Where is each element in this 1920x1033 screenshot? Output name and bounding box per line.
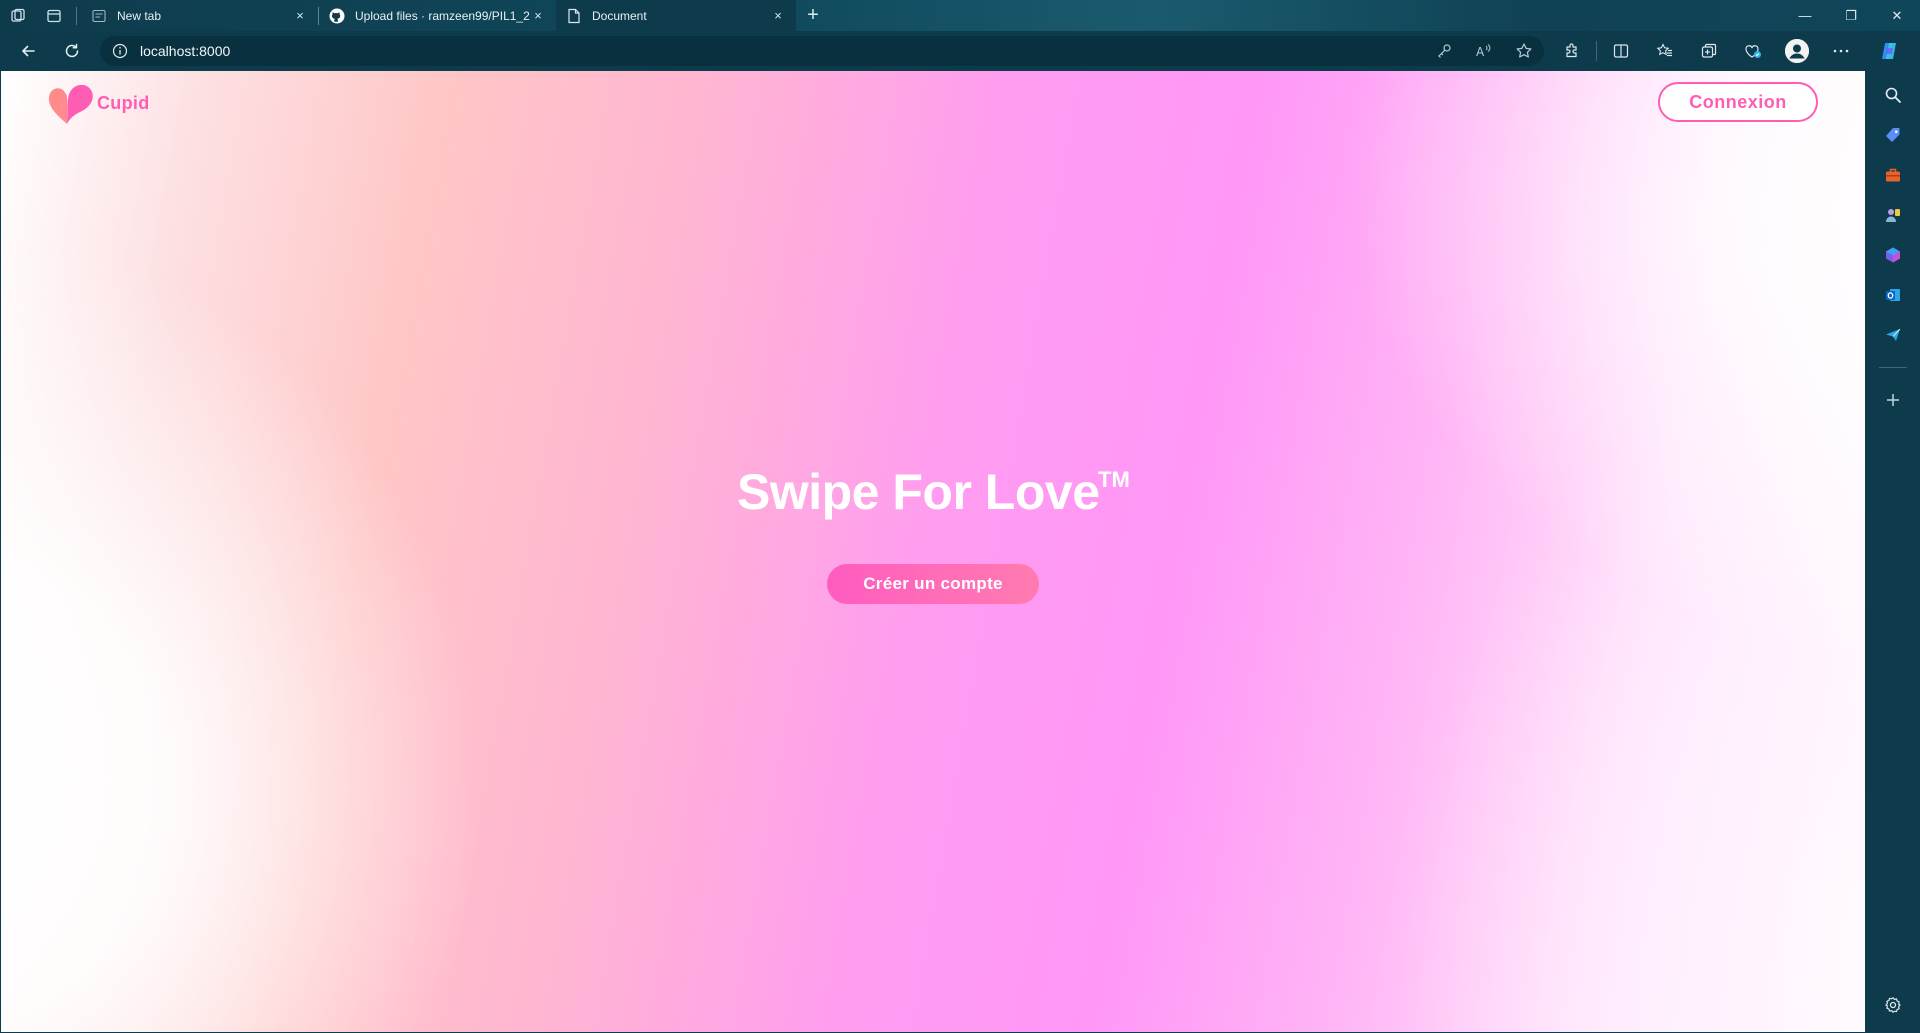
new-tab-page-icon xyxy=(91,8,107,24)
workspaces-icon[interactable] xyxy=(0,0,36,31)
restore-button[interactable]: ❐ xyxy=(1828,0,1874,31)
split-screen-icon[interactable] xyxy=(1599,31,1643,71)
tab-actions-icon[interactable] xyxy=(36,0,72,31)
games-icon[interactable] xyxy=(1873,195,1913,235)
create-account-button[interactable]: Créer un compte xyxy=(827,564,1039,604)
site-info-icon[interactable] xyxy=(100,36,140,66)
heart-logo-icon xyxy=(48,84,93,125)
new-tab-button[interactable]: + xyxy=(796,0,830,31)
sidebar-settings-icon[interactable] xyxy=(1873,985,1913,1025)
browser-toolbar: localhost:8000 A xyxy=(0,31,1920,71)
refresh-button[interactable] xyxy=(50,31,94,71)
hero-title: Swipe For Love xyxy=(737,464,1100,520)
copilot-icon[interactable] xyxy=(1867,31,1911,71)
tab-close-icon[interactable]: × xyxy=(530,8,546,24)
tools-briefcase-icon[interactable] xyxy=(1873,155,1913,195)
avatar xyxy=(1785,39,1809,63)
trademark-symbol: TM xyxy=(1098,467,1130,492)
document-icon xyxy=(566,8,582,24)
logo-text: Cupid xyxy=(97,92,150,113)
browser-essentials-icon[interactable] xyxy=(1731,31,1775,71)
tab-close-icon[interactable]: × xyxy=(292,8,308,24)
favorite-star-icon[interactable] xyxy=(1504,36,1544,66)
more-options-icon[interactable] xyxy=(1819,31,1863,71)
tab-label: Document xyxy=(592,8,647,23)
window-controls: — ❐ ✕ xyxy=(1782,0,1920,31)
favorites-icon[interactable] xyxy=(1643,31,1687,71)
password-key-icon[interactable] xyxy=(1424,36,1464,66)
collections-icon[interactable] xyxy=(1687,31,1731,71)
svg-text:A: A xyxy=(1476,45,1485,59)
minimize-button[interactable]: — xyxy=(1782,0,1828,31)
page-viewport: Cupid Connexion Swipe For Love TM Créer … xyxy=(1,71,1865,1032)
sidebar-separator xyxy=(1879,367,1907,368)
profile-avatar[interactable] xyxy=(1775,31,1819,71)
browser-titlebar: New tab × Upload files · ramzeen99/PIL1_… xyxy=(0,0,1920,31)
browser-sidebar xyxy=(1866,71,1920,1033)
send-icon[interactable] xyxy=(1873,315,1913,355)
titlebar-separator xyxy=(76,6,77,25)
microsoft-365-icon[interactable] xyxy=(1873,235,1913,275)
toolbar-actions xyxy=(1550,31,1911,71)
tab-close-icon[interactable]: × xyxy=(770,8,786,24)
tab-document[interactable]: Document × xyxy=(556,0,796,31)
close-window-button[interactable]: ✕ xyxy=(1874,0,1920,31)
back-button[interactable] xyxy=(6,31,50,71)
extensions-icon[interactable] xyxy=(1550,31,1594,71)
read-aloud-icon[interactable]: A xyxy=(1464,36,1504,66)
tab-upload-files[interactable]: Upload files · ramzeen99/PIL1_2 × xyxy=(319,0,556,31)
outlook-icon[interactable] xyxy=(1873,275,1913,315)
add-sidebar-app-icon[interactable] xyxy=(1873,380,1913,420)
toolbar-separator xyxy=(1596,41,1597,61)
login-button[interactable]: Connexion xyxy=(1658,82,1818,122)
search-icon[interactable] xyxy=(1873,75,1913,115)
address-bar[interactable]: localhost:8000 A xyxy=(100,36,1544,66)
tab-label: New tab xyxy=(117,8,162,23)
tab-label: Upload files · ramzeen99/PIL1_2 xyxy=(355,8,530,23)
github-icon xyxy=(329,8,345,24)
url-text[interactable]: localhost:8000 xyxy=(140,43,1424,59)
tab-new-tab[interactable]: New tab × xyxy=(81,0,318,31)
shopping-tag-icon[interactable] xyxy=(1873,115,1913,155)
cupid-logo[interactable]: Cupid xyxy=(46,80,150,126)
